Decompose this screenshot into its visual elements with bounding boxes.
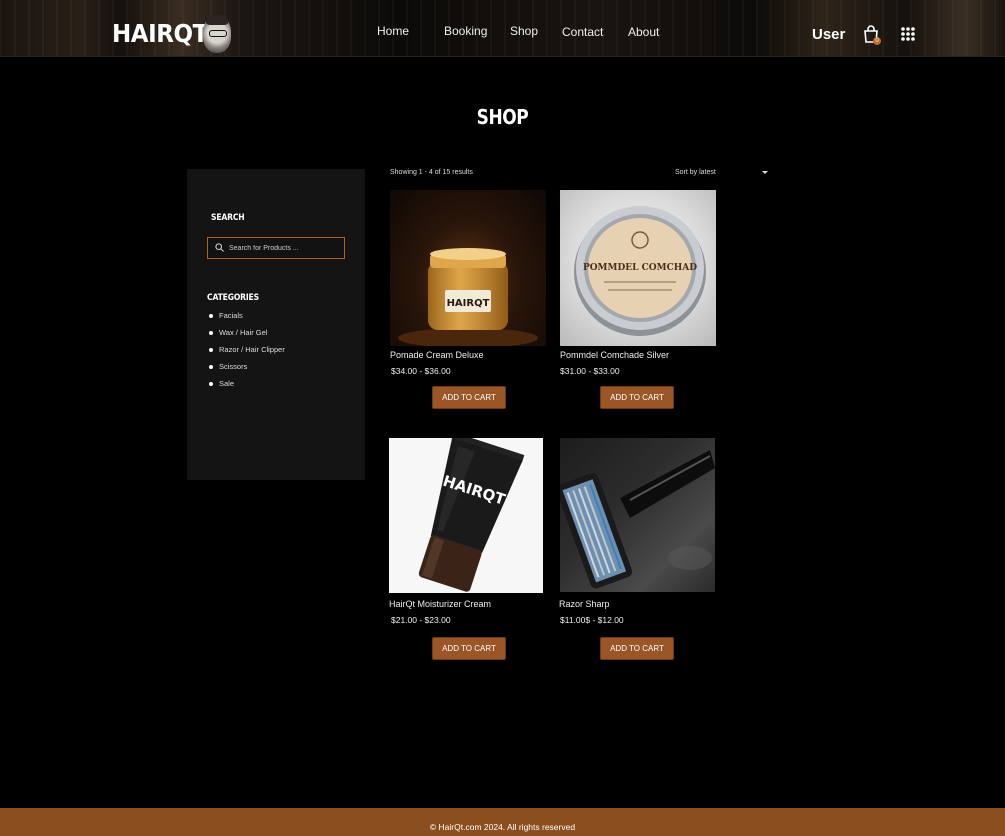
sort-select[interactable]: Sort by latest xyxy=(675,169,770,176)
product-name[interactable]: HairQt Moisturizer Cream xyxy=(389,599,491,609)
search-icon xyxy=(215,243,224,252)
search-heading: SEARCH xyxy=(211,213,245,223)
category-list: Facials Wax / Hair Gel Razor / Hair Clip… xyxy=(209,310,285,395)
product-image[interactable]: HAIRQT xyxy=(390,190,546,346)
category-item-scissors[interactable]: Scissors xyxy=(209,361,285,378)
product-price: $34.00 - $36.00 xyxy=(391,366,451,376)
product-image[interactable]: HAIRQT xyxy=(389,438,543,593)
pomade-jar-image: HAIRQT xyxy=(398,248,538,346)
cart-count-badge: 0 xyxy=(873,37,881,45)
add-to-cart-button[interactable]: ADD TO CART xyxy=(600,637,674,660)
nav-contact[interactable]: Contact xyxy=(562,25,603,39)
product-price: $31.00 - $33.00 xyxy=(560,366,620,376)
category-item-razor-hair-clipper[interactable]: Razor / Hair Clipper xyxy=(209,344,285,361)
category-item-facials[interactable]: Facials xyxy=(209,310,285,327)
nav-about[interactable]: About xyxy=(628,25,659,39)
product-name[interactable]: Razor Sharp xyxy=(559,599,610,609)
category-item-wax-hair-gel[interactable]: Wax / Hair Gel xyxy=(209,327,285,344)
chevron-down-icon xyxy=(762,171,768,174)
silver-tin-image: POMMDEL COMCHAD xyxy=(574,206,706,336)
add-to-cart-button[interactable]: ADD TO CART xyxy=(432,386,506,409)
product-image[interactable] xyxy=(560,438,715,592)
product-name[interactable]: Pomade Cream Deluxe xyxy=(390,350,484,360)
search-box[interactable] xyxy=(207,237,345,259)
razor-image xyxy=(560,450,715,589)
tin-label-text: POMMDEL COMCHAD xyxy=(583,263,697,273)
sort-value: Sort by latest xyxy=(675,169,716,176)
categories-heading: CATEGORIES xyxy=(207,293,259,303)
page-title: SHOP xyxy=(476,105,529,129)
product-price: $11.00$ - $12.00 xyxy=(560,615,624,625)
nav-shop[interactable]: Shop xyxy=(510,24,538,38)
logo-face-icon xyxy=(203,15,231,53)
product-name[interactable]: Pommdel Comchade Silver xyxy=(560,350,669,360)
add-to-cart-button[interactable]: ADD TO CART xyxy=(600,386,674,409)
site-logo[interactable]: HAIRQT xyxy=(112,19,208,48)
site-header: HAIRQT Home Booking Shop Contact About U… xyxy=(0,0,1005,57)
jar-label-text: HAIRQT xyxy=(447,298,490,309)
site-footer: © HairQt.com 2024. All rights reserved xyxy=(0,808,1005,836)
results-count: Showing 1 - 4 of 15 results xyxy=(390,169,473,176)
product-price: $21.00 - $23.00 xyxy=(391,615,451,625)
product-image[interactable]: POMMDEL COMCHAD xyxy=(560,190,716,346)
cream-tube-image: HAIRQT xyxy=(418,438,525,592)
nav-home[interactable]: Home xyxy=(377,24,409,38)
category-item-sale[interactable]: Sale xyxy=(209,378,285,395)
search-input[interactable] xyxy=(229,241,339,255)
add-to-cart-button[interactable]: ADD TO CART xyxy=(432,637,506,660)
nav-booking[interactable]: Booking xyxy=(444,24,487,38)
user-link[interactable]: User xyxy=(812,26,845,43)
copyright-text: © HairQt.com 2024. All rights reserved xyxy=(429,822,576,832)
shop-sidebar: SEARCH CATEGORIES Facials Wax / Hair Gel… xyxy=(187,169,365,480)
apps-grid-icon[interactable] xyxy=(901,27,915,41)
